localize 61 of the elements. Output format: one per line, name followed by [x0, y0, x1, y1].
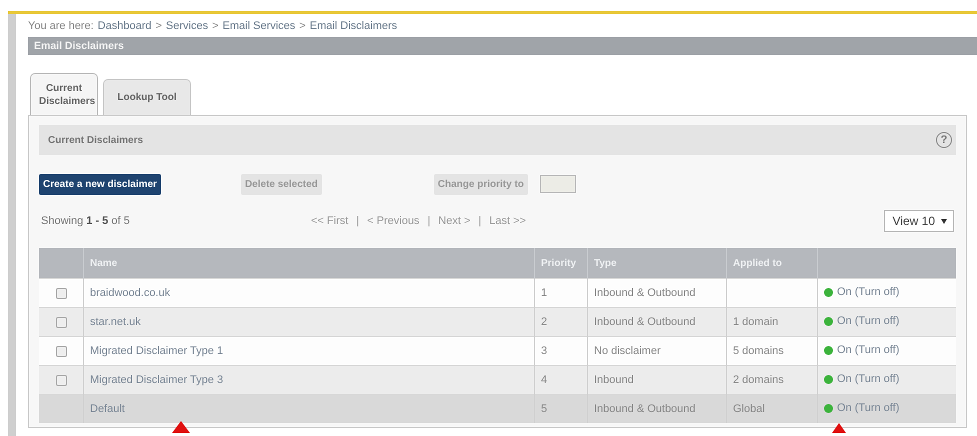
status-toggle-link[interactable]: On (Turn off) [837, 286, 900, 298]
disclaimer-name-link[interactable]: star.net.uk [90, 316, 141, 328]
breadcrumb-link[interactable]: Dashboard [98, 20, 152, 32]
disclaimer-name-link[interactable]: braidwood.co.uk [90, 287, 170, 299]
pager-divider: | [356, 215, 360, 227]
delete-selected-button[interactable]: Delete selected [240, 174, 322, 194]
table-cell: 5 [534, 394, 588, 423]
pager-link[interactable]: Last >> [489, 215, 526, 227]
page-title: Email Disclaimers [34, 40, 124, 52]
breadcrumb-label: You are here: [28, 20, 94, 32]
pager-link[interactable]: << First [311, 215, 348, 227]
panel-title: Current Disclaimers [48, 134, 144, 146]
row-checkbox[interactable] [56, 316, 66, 328]
column-header: Type [588, 248, 726, 278]
table-cell: Inbound & Outbound [588, 308, 726, 336]
table-cell: No disclaimer [588, 336, 726, 366]
view-count-dropdown[interactable]: View 10 [884, 210, 954, 232]
column-header: Name [84, 248, 534, 278]
priority-input-field[interactable] [540, 175, 576, 193]
row-checkbox[interactable] [56, 288, 66, 299]
showing-count: Showing 1 - 5 of 5 [40, 215, 131, 227]
pager-link[interactable]: Next > [438, 215, 470, 227]
breadcrumb-separator: > [299, 20, 306, 32]
status-toggle-link[interactable]: On (Turn off) [837, 402, 900, 414]
column-header: Applied to [726, 248, 818, 278]
tab[interactable]: Lookup Tool [103, 79, 191, 115]
table-cell: 1 domain [726, 308, 818, 336]
status-toggle-link[interactable]: On (Turn off) [837, 315, 900, 328]
status-toggle-link[interactable]: On (Turn off) [837, 373, 900, 386]
table-cell: 1 [534, 278, 588, 308]
status-toggle-link[interactable]: On (Turn off) [837, 344, 900, 356]
tab[interactable]: Current Disclaimers [30, 73, 98, 115]
pointer-arrow-icon [832, 423, 846, 433]
pointer-arrow-icon [172, 421, 190, 433]
breadcrumb-link[interactable]: Email Disclaimers [310, 20, 398, 32]
table-cell: Inbound & Outbound [588, 394, 726, 423]
table-cell: Inbound [588, 366, 726, 394]
breadcrumb-link[interactable]: Email Services [222, 20, 296, 32]
pager-link[interactable]: < Previous [367, 215, 420, 227]
disclaimer-name-link[interactable]: Migrated Disclaimer Type 3 [90, 374, 224, 386]
help-icon[interactable]: ? [936, 132, 952, 148]
table-cell: 3 [534, 336, 588, 366]
disclaimer-name-link[interactable]: Migrated Disclaimer Type 1 [90, 345, 224, 357]
column-header: Priority [534, 248, 588, 278]
row-checkbox[interactable] [56, 374, 66, 386]
row-checkbox[interactable] [56, 346, 66, 357]
table-cell: 2 domains [726, 366, 818, 394]
caret-icon [941, 218, 947, 224]
table-cell: Inbound & Outbound [588, 278, 726, 308]
table-cell: 5 domains [726, 336, 818, 366]
breadcrumb-separator: > [155, 20, 162, 32]
table-cell: Global [726, 394, 818, 423]
change-priority-button[interactable]: Change priority to [434, 174, 528, 194]
table-cell: 4 [534, 366, 588, 394]
create-disclaimer-button[interactable]: Create a new disclaimer [39, 174, 161, 194]
table-cell: 2 [534, 308, 588, 336]
pager-divider: | [478, 215, 482, 227]
disclaimer-name-link[interactable]: Default [90, 403, 125, 415]
pager-divider: | [427, 215, 430, 227]
breadcrumb-link[interactable]: Services [166, 20, 208, 32]
breadcrumb-separator: > [212, 20, 219, 32]
